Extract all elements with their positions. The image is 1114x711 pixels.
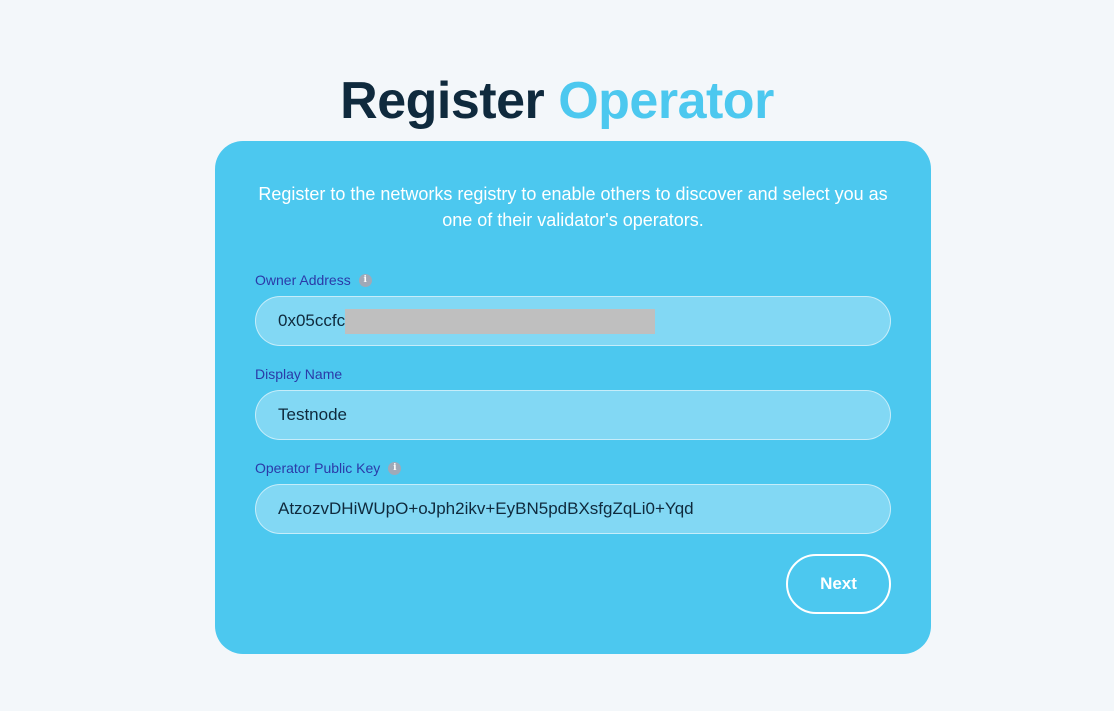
- operator-public-key-field[interactable]: AtzozvDHiWUpO+oJph2ikv+EyBN5pdBXsfgZqLi0…: [255, 484, 891, 534]
- next-button[interactable]: Next: [786, 554, 891, 614]
- display-name-field[interactable]: Testnode: [255, 390, 891, 440]
- form-intro-text: Register to the networks registry to ena…: [258, 184, 888, 230]
- register-operator-card: Register to the networks registry to ena…: [215, 141, 931, 654]
- info-icon[interactable]: i: [358, 273, 372, 287]
- display-name-value: Testnode: [278, 405, 347, 424]
- operator-public-key-label-text: Operator Public Key: [255, 460, 381, 476]
- owner-address-field[interactable]: 0x05ccfc: [255, 296, 891, 346]
- page-title-accent: Operator: [558, 71, 774, 130]
- owner-address-label: Owner Address i: [255, 272, 372, 288]
- display-name-label: Display Name: [255, 366, 342, 382]
- owner-address-label-text: Owner Address: [255, 272, 351, 288]
- display-name-label-text: Display Name: [255, 366, 343, 382]
- operator-public-key-label: Operator Public Key i: [255, 460, 402, 476]
- operator-public-key-value: AtzozvDHiWUpO+oJph2ikv+EyBN5pdBXsfgZqLi0…: [278, 499, 694, 518]
- owner-address-value: 0x05ccfc: [278, 311, 346, 330]
- page-title-main: Register: [340, 71, 545, 130]
- page-title: Register Operator: [0, 69, 1114, 133]
- redaction-block: [345, 308, 656, 334]
- info-icon[interactable]: i: [388, 461, 402, 475]
